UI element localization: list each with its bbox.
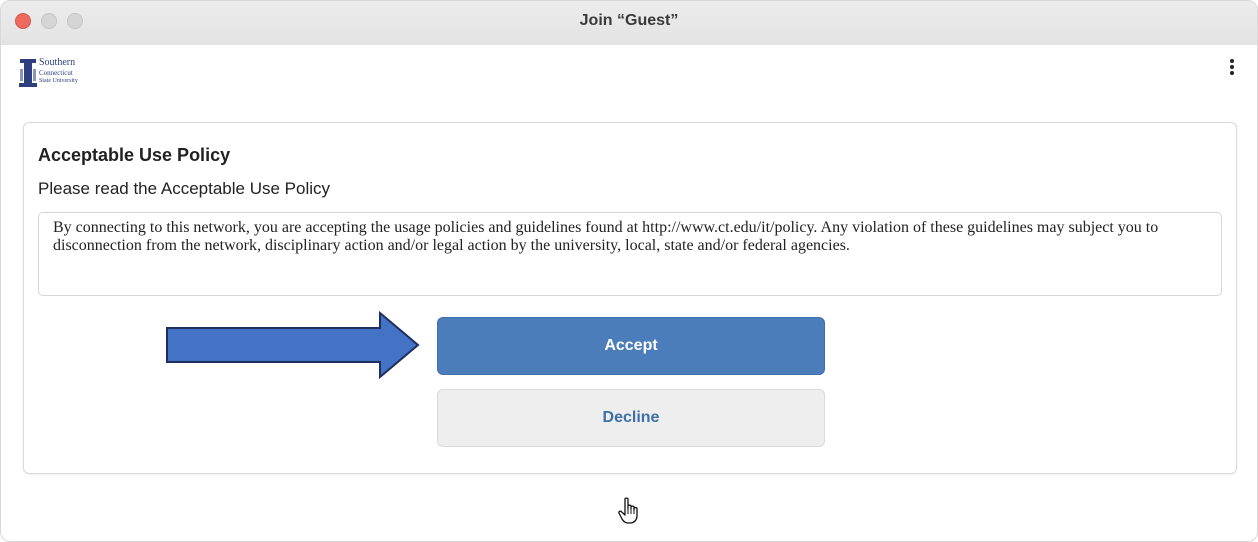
logo-text-line3: State University xyxy=(39,78,78,84)
logo-text-line2: Connecticut xyxy=(39,69,73,77)
right-arrow-annotation-icon xyxy=(166,311,420,379)
logo-text-line1: Southern xyxy=(39,57,76,68)
university-logo: Southern Connecticut State University xyxy=(19,57,99,91)
portal-header: Southern Connecticut State University xyxy=(1,45,1257,105)
more-vertical-icon[interactable] xyxy=(1229,59,1235,77)
window-title: Join “Guest” xyxy=(579,12,679,29)
accept-button[interactable]: Accept xyxy=(437,317,825,375)
title-bar: Join “Guest” xyxy=(1,1,1257,46)
university-logo-mark-icon xyxy=(19,59,37,87)
policy-card: Acceptable Use Policy Please read the Ac… xyxy=(23,122,1237,474)
hand-pointer-cursor-icon xyxy=(618,497,638,524)
policy-subtitle: Please read the Acceptable Use Policy xyxy=(38,179,331,198)
decline-button[interactable]: Decline xyxy=(437,389,825,447)
policy-text-box[interactable]: By connecting to this network, you are a… xyxy=(38,212,1222,296)
policy-title: Acceptable Use Policy xyxy=(38,145,231,165)
dialog-window: Join “Guest” Southern Connecticut State … xyxy=(0,0,1258,542)
